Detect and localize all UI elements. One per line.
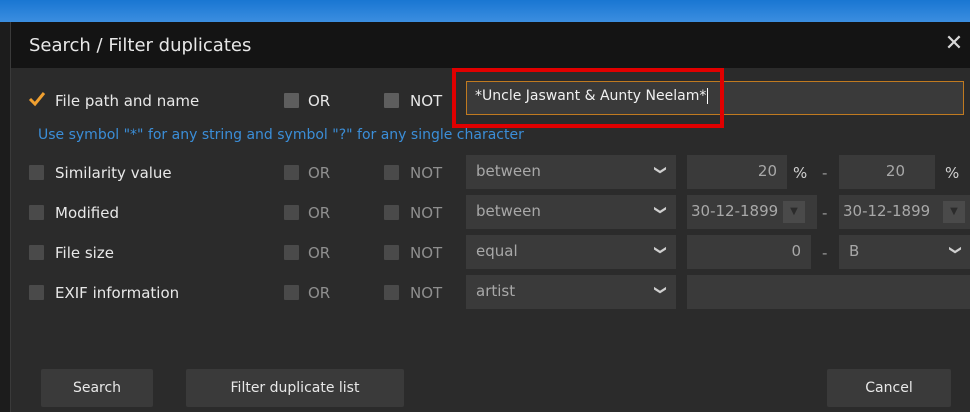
filesize-checkbox[interactable] (29, 245, 44, 260)
similarity-to-value: 20 (885, 162, 905, 180)
exif-label: EXIF information (55, 284, 180, 302)
modified-not-label: NOT (410, 204, 443, 222)
modified-op-select[interactable]: between ❯ (466, 195, 676, 229)
similarity-label: Similarity value (55, 164, 172, 182)
similarity-from-unit: % (793, 164, 808, 182)
close-icon[interactable]: ✕ (943, 33, 965, 55)
filesize-op-select[interactable]: equal ❯ (466, 235, 676, 269)
exif-value-field[interactable] (687, 275, 970, 309)
filesize-not-label: NOT (410, 244, 443, 262)
similarity-to-field[interactable]: 20 (839, 155, 935, 189)
exif-or-checkbox[interactable] (284, 285, 299, 300)
filesize-dash: - (822, 244, 828, 262)
search-filter-dialog: Search / Filter duplicates ✕ File path a… (10, 22, 970, 412)
modified-from-value: 30-12-1899 (691, 202, 779, 220)
filesize-unit-select[interactable]: B ❯ (839, 235, 970, 269)
path-not-checkbox[interactable] (384, 93, 399, 108)
filesize-unit-value: B (849, 242, 860, 260)
filesize-or-label: OR (308, 244, 331, 262)
similarity-from-field[interactable]: 20 (687, 155, 787, 189)
modified-from-field[interactable]: 30-12-1899 ▼ (687, 195, 817, 229)
modified-checkbox[interactable] (29, 205, 44, 220)
modified-to-field[interactable]: 30-12-1899 ▼ (839, 195, 970, 229)
exif-not-label: NOT (410, 284, 443, 302)
exif-checkbox[interactable] (29, 285, 44, 300)
similarity-op-select[interactable]: between ❯ (466, 155, 676, 189)
cancel-button[interactable]: Cancel (827, 369, 951, 407)
modified-op-value: between (476, 202, 541, 220)
filter-duplicate-list-button[interactable]: Filter duplicate list (186, 369, 404, 407)
calendar-dropdown-icon[interactable]: ▼ (783, 201, 805, 223)
path-label: File path and name (55, 92, 200, 110)
exif-or-label: OR (308, 284, 331, 302)
modified-or-label: OR (308, 204, 331, 222)
title-bar: Search / Filter duplicates ✕ (11, 22, 970, 68)
modified-to-value: 30-12-1899 (843, 202, 931, 220)
calendar-dropdown-icon[interactable]: ▼ (943, 201, 965, 223)
modified-dash: - (822, 204, 828, 222)
similarity-or-checkbox[interactable] (284, 165, 299, 180)
filesize-label: File size (55, 244, 114, 262)
path-checkbox[interactable] (28, 92, 46, 108)
similarity-not-checkbox[interactable] (384, 165, 399, 180)
path-input-value: *Uncle Jaswant & Aunty Neelam* (475, 88, 707, 104)
window-top-strip (0, 0, 970, 22)
modified-label: Modified (55, 204, 120, 222)
path-or-checkbox[interactable] (284, 93, 299, 108)
filesize-or-checkbox[interactable] (284, 245, 299, 260)
dialog-title: Search / Filter duplicates (29, 35, 252, 56)
similarity-from-value: 20 (757, 162, 777, 180)
filesize-value-field[interactable]: 0 (687, 235, 811, 269)
modified-or-checkbox[interactable] (284, 205, 299, 220)
exif-op-select[interactable]: artist ❯ (466, 275, 676, 309)
filesize-not-checkbox[interactable] (384, 245, 399, 260)
chevron-down-icon: ❯ (653, 164, 668, 176)
filesize-value: 0 (791, 242, 801, 260)
similarity-checkbox[interactable] (29, 165, 44, 180)
exif-op-value: artist (476, 282, 516, 300)
modified-not-checkbox[interactable] (384, 205, 399, 220)
exif-not-checkbox[interactable] (384, 285, 399, 300)
chevron-down-icon: ❯ (653, 204, 668, 216)
path-or-label: OR (308, 92, 331, 110)
search-button[interactable]: Search (41, 369, 153, 407)
wildcard-hint: Use symbol "*" for any string and symbol… (38, 127, 524, 143)
path-not-label: NOT (410, 92, 443, 110)
chevron-down-icon: ❯ (948, 244, 963, 256)
chevron-down-icon: ❯ (653, 244, 668, 256)
path-input[interactable]: *Uncle Jaswant & Aunty Neelam* (466, 81, 964, 115)
similarity-to-unit: % (945, 164, 960, 182)
similarity-or-label: OR (308, 164, 331, 182)
similarity-dash: - (822, 164, 828, 182)
filesize-op-value: equal (476, 242, 518, 260)
similarity-op-value: between (476, 162, 541, 180)
similarity-not-label: NOT (410, 164, 443, 182)
chevron-down-icon: ❯ (653, 284, 668, 296)
